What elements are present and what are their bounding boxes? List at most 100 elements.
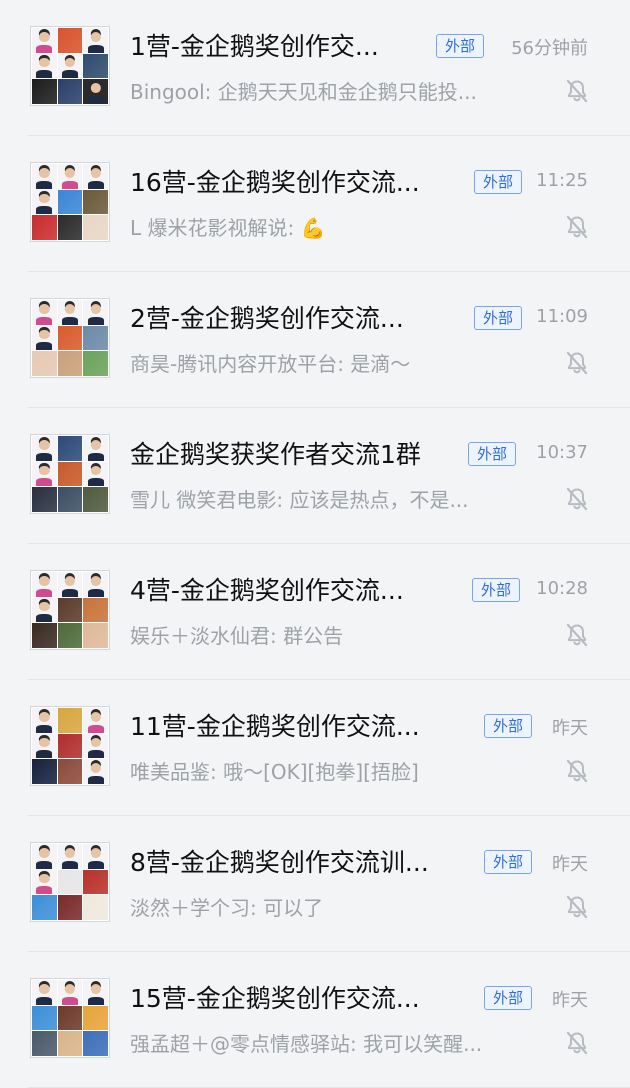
avatar-tile <box>57 53 83 79</box>
conversation-row[interactable]: 11营-金企鹅奖创作交流... 外部 昨天 唯美品鉴: 哦～[OK][抱拳][捂… <box>0 680 630 816</box>
avatar-tile <box>57 597 83 623</box>
bell-slash-icon <box>566 1031 588 1055</box>
avatar-tile <box>57 189 83 215</box>
conversation-row[interactable]: 金企鹅奖获奖作者交流1群 外部 10:37 雪儿 微笑君电影: 应该是热点，不是… <box>0 408 630 544</box>
conversation-title: 1营-金企鹅奖创作交... <box>130 32 379 61</box>
avatar-tile <box>83 215 108 240</box>
avatar-tile <box>57 215 83 240</box>
group-avatar <box>30 842 110 922</box>
avatar-tile <box>32 844 57 869</box>
conversation-row[interactable]: 8营-金企鹅奖创作交流训... 外部 昨天 淡然＋学个习: 可以了 <box>0 816 630 952</box>
conversation-time: 昨天 <box>552 990 588 1011</box>
avatar-tile <box>57 487 83 512</box>
conversation-row[interactable]: 15营-金企鹅奖创作交流... 外部 昨天 强孟超＋@零点情感驿站: 我可以笑醒… <box>0 952 630 1088</box>
bell-slash-icon <box>566 79 588 103</box>
avatar-tile <box>83 351 108 376</box>
bell-slash-icon <box>566 623 588 647</box>
group-avatar <box>30 162 110 242</box>
avatar-tile <box>57 300 83 325</box>
avatar-tile <box>83 733 108 759</box>
external-badge: 外部 <box>484 850 533 874</box>
external-badge: 外部 <box>468 442 517 466</box>
conversation-row[interactable]: 4营-金企鹅奖创作交流... 外部 10:28 娱乐＋淡水仙君: 群公告 <box>0 544 630 680</box>
conversation-row[interactable]: 1营-金企鹅奖创作交... 外部 56分钟前 Bingool: 企鹅天天见和金企… <box>0 0 630 136</box>
avatar-tile <box>83 844 108 869</box>
bell-slash-icon <box>566 759 588 783</box>
avatar-tile <box>32 980 57 1005</box>
external-badge: 外部 <box>474 170 523 194</box>
external-badge: 外部 <box>474 306 523 330</box>
last-message-preview: 唯美品鉴: 哦～[OK][抱拳][捂脸] <box>130 760 419 784</box>
last-message-preview: 淡然＋学个习: 可以了 <box>130 896 324 920</box>
avatar-tile <box>83 53 108 79</box>
last-message-preview: L 爆米花影视解说: 💪 <box>130 216 326 240</box>
avatar-tile <box>32 487 57 512</box>
avatar-tile <box>83 708 108 733</box>
avatar-tile <box>57 79 83 104</box>
conversation-title: 8营-金企鹅奖创作交流训... <box>130 848 429 877</box>
conversation-title: 金企鹅奖获奖作者交流1群 <box>130 440 421 469</box>
avatar-tile <box>32 351 57 376</box>
group-avatar <box>30 706 110 786</box>
conversation-time: 10:28 <box>536 578 588 599</box>
avatar-tile <box>32 461 57 487</box>
avatar-tile <box>32 1031 57 1056</box>
avatar-tile <box>83 300 108 325</box>
group-avatar <box>30 570 110 650</box>
avatar-tile <box>83 164 108 189</box>
avatar-tile <box>83 572 108 597</box>
last-message-preview: 强孟超＋@零点情感驿站: 我可以笑醒... <box>130 1032 483 1056</box>
avatar-tile <box>32 759 57 784</box>
avatar-tile <box>32 164 57 189</box>
avatar-tile <box>32 79 57 104</box>
conversation-title: 16营-金企鹅奖创作交流... <box>130 168 420 197</box>
conversation-time: 11:25 <box>536 170 588 191</box>
avatar-tile <box>57 461 83 487</box>
avatar-tile <box>83 895 108 920</box>
avatar-tile <box>57 844 83 869</box>
avatar-tile <box>83 1005 108 1031</box>
external-badge: 外部 <box>436 34 485 58</box>
avatar-tile <box>57 436 83 461</box>
avatar-tile <box>32 28 57 53</box>
conversation-title: 2营-金企鹅奖创作交流... <box>130 304 404 333</box>
conversation-time: 昨天 <box>552 718 588 739</box>
avatar-tile <box>32 53 57 79</box>
avatar-tile <box>57 28 83 53</box>
avatar-tile <box>57 1031 83 1056</box>
avatar-tile <box>57 1005 83 1031</box>
avatar-tile <box>83 28 108 53</box>
avatar-tile <box>83 623 108 648</box>
avatar-tile <box>83 980 108 1005</box>
external-badge: 外部 <box>472 578 521 602</box>
group-avatar <box>30 978 110 1058</box>
avatar-tile <box>57 572 83 597</box>
avatar-tile <box>32 708 57 733</box>
last-message-preview: 雪儿 微笑君电影: 应该是热点，不是... <box>130 488 469 512</box>
avatar-tile <box>83 597 108 623</box>
avatar-tile <box>32 869 57 895</box>
bell-slash-icon <box>566 487 588 511</box>
conversation-time: 昨天 <box>552 854 588 875</box>
avatar-tile <box>32 733 57 759</box>
avatar-tile <box>32 300 57 325</box>
avatar-tile <box>57 980 83 1005</box>
conversation-row[interactable]: 16营-金企鹅奖创作交流... 外部 11:25 L 爆米花影视解说: 💪 <box>0 136 630 272</box>
conversation-time: 10:37 <box>536 442 588 463</box>
avatar-tile <box>32 572 57 597</box>
group-avatar <box>30 298 110 378</box>
avatar-tile <box>57 325 83 351</box>
conversation-title: 11营-金企鹅奖创作交流... <box>130 712 420 741</box>
group-avatar <box>30 434 110 514</box>
avatar-tile <box>57 164 83 189</box>
bell-slash-icon <box>566 895 588 919</box>
avatar-tile <box>32 215 57 240</box>
conversation-row[interactable]: 2营-金企鹅奖创作交流... 外部 11:09 商昊-腾讯内容开放平台: 是滴～ <box>0 272 630 408</box>
avatar-tile <box>57 351 83 376</box>
conversation-time: 11:09 <box>536 306 588 327</box>
avatar-tile <box>83 487 108 512</box>
avatar-tile <box>32 895 57 920</box>
avatar-tile <box>83 189 108 215</box>
conversation-title: 15营-金企鹅奖创作交流... <box>130 984 420 1013</box>
avatar-tile <box>57 733 83 759</box>
